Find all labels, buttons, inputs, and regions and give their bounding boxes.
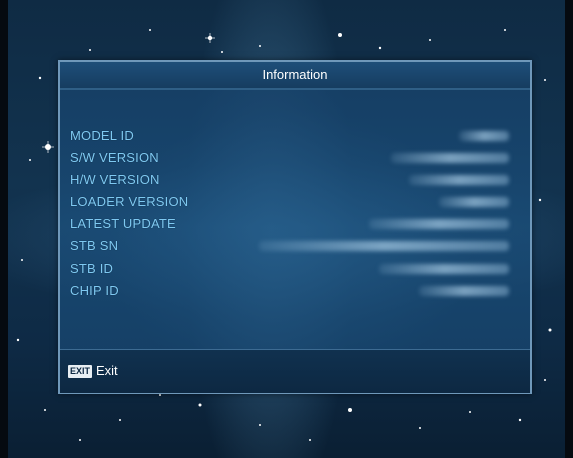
letterbox-left bbox=[0, 0, 8, 458]
info-row-loader-version: LOADER VERSION bbox=[70, 192, 515, 212]
info-label: S/W VERSION bbox=[70, 150, 159, 166]
info-label: STB ID bbox=[70, 260, 114, 276]
info-row-stb-sn: STB SN bbox=[70, 236, 515, 256]
dialog-title: Information bbox=[60, 62, 530, 90]
info-value-redacted bbox=[259, 241, 509, 252]
info-label: LOADER VERSION bbox=[70, 194, 189, 210]
info-label: STB SN bbox=[70, 238, 119, 254]
info-row-stb-id: STB ID bbox=[70, 259, 515, 279]
info-label: CHIP ID bbox=[70, 282, 119, 298]
info-list: MODEL ID S/W VERSION H/W VERSION LOADER … bbox=[70, 126, 515, 303]
information-dialog: Information MODEL ID S/W VERSION H/W VER… bbox=[58, 60, 532, 394]
info-row-hw-version: H/W VERSION bbox=[70, 170, 515, 190]
info-value-redacted bbox=[369, 219, 509, 230]
info-value-redacted bbox=[459, 131, 509, 141]
info-row-sw-version: S/W VERSION bbox=[70, 148, 515, 168]
dialog-footer: EXIT Exit bbox=[60, 349, 530, 393]
info-label: MODEL ID bbox=[70, 128, 134, 143]
info-label: LATEST UPDATE bbox=[70, 216, 176, 232]
info-row-latest-update: LATEST UPDATE bbox=[70, 214, 515, 234]
info-value-redacted bbox=[379, 263, 509, 274]
info-row-chip-id: CHIP ID bbox=[70, 281, 515, 301]
letterbox-right bbox=[565, 0, 573, 458]
info-value-redacted bbox=[391, 153, 509, 164]
info-label: H/W VERSION bbox=[70, 172, 160, 188]
exit-key-icon[interactable]: EXIT bbox=[68, 365, 93, 378]
info-row-model-id: MODEL ID bbox=[70, 126, 515, 146]
info-value-redacted bbox=[419, 285, 509, 296]
exit-label: Exit bbox=[96, 363, 118, 378]
info-value-redacted bbox=[439, 197, 509, 208]
info-value-redacted bbox=[409, 175, 509, 186]
